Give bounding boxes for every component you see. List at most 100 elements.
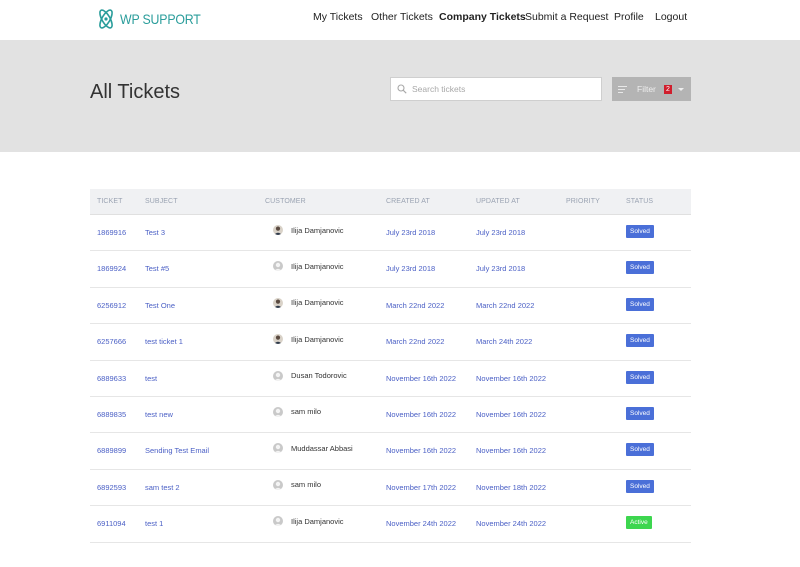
customer-name: Ilija Damjanovic	[291, 334, 344, 344]
ticket-subject-link[interactable]: test ticket 1	[145, 337, 183, 346]
page-header: All Tickets Filter 2	[0, 40, 800, 152]
ticket-subject-link[interactable]: sam test 2	[145, 483, 180, 492]
created-at: November 16th 2022	[386, 409, 457, 419]
updated-at: November 16th 2022	[476, 373, 547, 383]
customer-name: sam milo	[291, 480, 322, 490]
customer-cell: Ilija Damjanovic	[265, 515, 344, 527]
column-header-priority[interactable]: PRIORITY	[566, 198, 600, 205]
main-nav: My Tickets Other Tickets Company Tickets…	[0, 0, 800, 40]
avatar	[273, 225, 283, 235]
table-row[interactable]: 6911094 test 1 Ilija Damjanovic November 24…	[90, 506, 691, 543]
table-row[interactable]: 6889899 Sending Test Email Muddassar Abbas…	[90, 433, 691, 470]
tickets-table: TICKET SUBJECT CUSTOMER CREATED AT UPDAT…	[90, 189, 691, 543]
ticket-id-link[interactable]: 1869924	[97, 264, 126, 273]
created-at: November 24th 2022	[386, 519, 457, 529]
customer-name: Ilija Damjanovic	[291, 516, 344, 526]
table-row[interactable]: 1869916 Test 3 Ilija Damjanovic July 23rd 2…	[90, 215, 691, 252]
updated-at: November 16th 2022	[476, 446, 547, 456]
customer-name: Dusan Todorovic	[291, 371, 347, 381]
ticket-id-link[interactable]: 6889835	[97, 410, 126, 419]
customer-name: Ilija Damjanovic	[291, 298, 344, 308]
nav-profile[interactable]: Profile	[614, 11, 644, 23]
ticket-subject-link[interactable]: test new	[145, 410, 173, 419]
avatar	[273, 479, 283, 490]
customer-cell: Ilija Damjanovic	[265, 260, 344, 272]
status-badge: Solved	[626, 406, 654, 420]
table-header: TICKET SUBJECT CUSTOMER CREATED AT UPDAT…	[90, 189, 691, 215]
ticket-id-link[interactable]: 6892593	[97, 483, 126, 492]
table-row[interactable]: 6889633 test Dusan Todorovic November 16th …	[90, 361, 691, 397]
created-at: July 23rd 2018	[386, 264, 436, 274]
nav-other-tickets[interactable]: Other Tickets	[371, 11, 433, 23]
created-at: November 17th 2022	[386, 482, 457, 492]
nav-company-tickets[interactable]: Company Tickets	[439, 11, 526, 23]
table-row[interactable]: 6892593 sam test 2 sam milo November 17th 2…	[90, 470, 691, 507]
status-badge: Solved	[626, 261, 654, 275]
status-badge: Solved	[626, 297, 654, 311]
table-row[interactable]: 6256912 Test One Ilija Damjanovic March 22n…	[90, 288, 691, 325]
filter-button[interactable]: Filter 2	[612, 77, 691, 101]
created-at: July 23rd 2018	[386, 228, 436, 237]
column-header-ticket[interactable]: TICKET	[97, 198, 123, 205]
search-box[interactable]	[390, 77, 602, 101]
ticket-id-link[interactable]: 6889899	[97, 446, 126, 455]
table-row[interactable]: 6257666 test ticket 1 Ilija Damjanovic Marc…	[90, 324, 691, 361]
ticket-id-link[interactable]: 6889633	[97, 374, 126, 383]
ticket-id-link[interactable]: 6256912	[97, 301, 126, 310]
avatar	[273, 443, 283, 454]
ticket-subject-link[interactable]: Test 3	[145, 228, 165, 237]
updated-at: November 18th 2022	[476, 482, 547, 492]
nav-logout[interactable]: Logout	[655, 11, 687, 23]
updated-at: July 23rd 2018	[476, 228, 526, 237]
filter-lines-icon	[618, 85, 627, 93]
ticket-subject-link[interactable]: Test #5	[145, 264, 169, 273]
updated-at: July 23rd 2018	[476, 264, 526, 274]
avatar	[273, 406, 283, 417]
nav-my-tickets[interactable]: My Tickets	[313, 11, 363, 23]
created-at: March 22nd 2022	[386, 337, 445, 347]
ticket-id-link[interactable]: 6911094	[97, 519, 126, 528]
table-row[interactable]: 1869924 Test #5 Ilija Damjanovic July 23rd …	[90, 251, 691, 288]
updated-at: March 22nd 2022	[476, 300, 535, 310]
customer-name: sam milo	[291, 407, 322, 417]
table-body: 1869916 Test 3 Ilija Damjanovic July 23rd 2…	[90, 215, 691, 543]
table-row[interactable]: 6889835 test new sam milo November 16th 202…	[90, 397, 691, 434]
ticket-subject-link[interactable]: test 1	[145, 519, 163, 528]
search-icon	[397, 84, 407, 94]
status-badge: Solved	[626, 479, 654, 493]
customer-name: Ilija Damjanovic	[291, 261, 344, 271]
ticket-subject-link[interactable]: Sending Test Email	[145, 446, 209, 455]
filter-count-badge: 2	[663, 84, 672, 94]
avatar	[273, 516, 283, 527]
customer-cell: Muddassar Abbasi	[265, 442, 353, 454]
updated-at: November 16th 2022	[476, 409, 547, 419]
customer-cell: Ilija Damjanovic	[265, 224, 344, 235]
updated-at: March 24th 2022	[476, 337, 533, 347]
created-at: November 16th 2022	[386, 373, 457, 383]
ticket-subject-link[interactable]: test	[145, 374, 157, 383]
avatar	[273, 334, 283, 345]
ticket-subject-link[interactable]: Test One	[145, 301, 175, 310]
column-header-subject[interactable]: SUBJECT	[145, 198, 178, 205]
caret-down-icon[interactable]	[677, 87, 684, 91]
ticket-id-link[interactable]: 1869916	[97, 228, 126, 237]
created-at: March 22nd 2022	[386, 300, 445, 310]
nav-submit-request[interactable]: Submit a Request	[525, 11, 608, 23]
column-header-created-at[interactable]: CREATED AT	[386, 198, 430, 205]
customer-cell: Ilija Damjanovic	[265, 297, 344, 308]
ticket-id-link[interactable]: 6257666	[97, 337, 126, 346]
avatar	[273, 297, 283, 308]
column-header-status[interactable]: STATUS	[626, 198, 653, 205]
status-badge: Solved	[626, 443, 654, 457]
column-header-customer[interactable]: CUSTOMER	[265, 198, 306, 205]
column-header-updated-at[interactable]: UPDATED AT	[476, 198, 520, 205]
customer-cell: Dusan Todorovic	[265, 370, 347, 381]
search-input[interactable]	[412, 84, 592, 94]
status-badge: Active	[626, 516, 652, 530]
customer-cell: sam milo	[265, 479, 321, 490]
customer-cell: Ilija Damjanovic	[265, 333, 344, 345]
avatar	[273, 261, 283, 272]
status-badge: Solved	[626, 225, 654, 238]
updated-at: November 24th 2022	[476, 519, 547, 529]
created-at: November 16th 2022	[386, 446, 457, 456]
